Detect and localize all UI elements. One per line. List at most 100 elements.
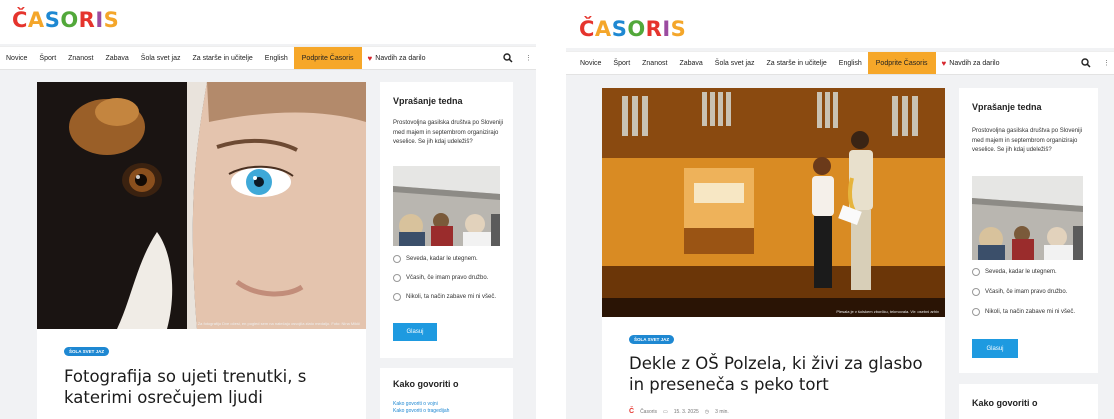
radio-button[interactable] [972, 268, 980, 276]
category-badge[interactable]: Šola svet jaz [629, 335, 675, 344]
nav-item-6[interactable]: English [833, 52, 868, 74]
more-icon[interactable]: ⋮ [1099, 52, 1114, 74]
poll-option-2[interactable]: Včasih, če imam pravo družbo. [393, 274, 508, 282]
main-nav: Novice Šport Znanost Zabava Šola svet jaz Za … [566, 51, 1114, 75]
logo-letter: S [611, 17, 628, 41]
clock-icon: ◷ [704, 408, 710, 415]
article-photo[interactable]: Plesala je v šolskem zborčku, tekmovala.… [602, 88, 945, 317]
article-photo[interactable]: Za fotografijo Dve očesi, en pogled sem … [37, 82, 366, 329]
heart-icon: ♥ [941, 58, 947, 68]
poll-option-3[interactable]: Nikoli, ta način zabave mi ni všeč. [972, 308, 1090, 316]
main-nav: Novice Šport Znanost Zabava Šola svet jaz Za … [0, 46, 536, 70]
poll-option-label: Včasih, če imam pravo družbo. [406, 275, 489, 281]
nav-item-5[interactable]: Za starše in učitelje [760, 52, 832, 74]
featured-article[interactable]: Plesala je v šolskem zborčku, tekmovala.… [602, 88, 945, 419]
poll-option-label: Seveda, kadar le utegnem. [985, 269, 1057, 275]
logo-letter: A [594, 17, 612, 41]
nav-item-0[interactable]: Novice [574, 52, 607, 74]
nav-item-0[interactable]: Novice [0, 47, 33, 69]
article-headline[interactable]: Dekle z OŠ Polzela, ki živi za glasbo in… [629, 353, 929, 395]
radio-button[interactable] [393, 293, 401, 301]
poll-option-label: Nikoli, ta način zabave mi ni všeč. [406, 294, 497, 300]
logo-letter: O [60, 8, 79, 32]
nav-item-2[interactable]: Znanost [636, 52, 673, 74]
nav-gift-link[interactable]: ♥ Navdih za darilo [936, 52, 1006, 74]
nav-support-button[interactable]: Podprite Časoris [867, 52, 936, 74]
poll-option-3[interactable]: Nikoli, ta način zabave mi ni všeč. [393, 293, 505, 301]
left-screenshot-panel: ČASORIS Novice Šport Znanost Zabava Šola sve… [0, 0, 536, 419]
read-time: 3 min. [715, 408, 729, 415]
how-to-card: Kako govoriti o [959, 384, 1098, 419]
logo-letter: Č [12, 8, 28, 32]
logo-letter: I [662, 17, 671, 41]
poll-option-1[interactable]: Seveda, kadar le utegnem. [972, 268, 1094, 276]
logo-letter: R [645, 17, 663, 41]
nav-item-1[interactable]: Šport [33, 47, 62, 69]
header: ČASORIS [566, 0, 1114, 48]
poll-card: Vprašanje tedna Prostovoljna gasilska dr… [380, 82, 513, 358]
poll-image [972, 176, 1083, 260]
nav-item-4[interactable]: Šola svet jaz [709, 52, 761, 74]
nav-gift-link[interactable]: ♥ Navdih za darilo [362, 47, 432, 69]
how-to-link-1[interactable]: Kako govoriti o vojni [393, 401, 438, 407]
logo-letter: I [95, 8, 104, 32]
radio-button[interactable] [972, 308, 980, 316]
nav-items: Novice Šport Znanost Zabava Šola svet jaz Za … [0, 47, 294, 69]
radio-button[interactable] [393, 274, 401, 282]
nav-items: Novice Šport Znanost Zabava Šola svet jaz Za … [566, 52, 868, 74]
radio-button[interactable] [393, 255, 401, 263]
nav-item-6[interactable]: English [259, 47, 294, 69]
poll-option-2[interactable]: Včasih, če imam pravo družbo. [972, 288, 1094, 296]
article-date: 15. 3. 2025 [673, 408, 699, 415]
photo-caption: Za fotografijo Dve očesi, en pogled sem … [197, 321, 360, 326]
poll-option-label: Včasih, če imam pravo družbo. [985, 289, 1068, 295]
logo-letter: S [44, 8, 61, 32]
poll-option-1[interactable]: Seveda, kadar le utegnem. [393, 255, 508, 263]
logo-letter: Č [579, 17, 595, 41]
poll-title: Vprašanje tedna [393, 96, 463, 106]
how-to-title: Kako govoriti o [393, 379, 459, 389]
category-badge[interactable]: Šola svet jaz [64, 347, 110, 356]
nav-gift-label: Navdih za darilo [375, 54, 426, 62]
nav-support-button[interactable]: Podprite Časoris [293, 47, 362, 69]
site-logo[interactable]: ČASORIS [579, 17, 686, 41]
site-logo[interactable]: ČASORIS [12, 8, 119, 32]
nav-item-3[interactable]: Zabava [673, 52, 708, 74]
logo-letter: O [627, 17, 646, 41]
header: ČASORIS [0, 0, 536, 44]
nav-item-2[interactable]: Znanost [62, 47, 99, 69]
article-author[interactable]: Časoris [640, 409, 657, 415]
nav-item-5[interactable]: Za starše in učitelje [186, 47, 258, 69]
how-to-link-2[interactable]: Kako govoriti o tragedijah [393, 408, 449, 414]
poll-question: Prostovoljna gasilska društva po Sloveni… [393, 120, 504, 145]
logo-letter: R [78, 8, 96, 32]
search-icon[interactable] [1073, 52, 1099, 74]
vote-button[interactable]: Glasuj [972, 339, 1018, 358]
calendar-icon: ▭ [663, 408, 668, 415]
poll-option-label: Nikoli, ta način zabave mi ni všeč. [985, 309, 1076, 315]
vote-button[interactable]: Glasuj [393, 323, 437, 341]
search-icon[interactable] [495, 47, 521, 69]
logo-letter: S [670, 17, 687, 41]
how-to-card: Kako govoriti o Kako govoriti o vojni Ka… [380, 368, 513, 419]
nav-gift-label: Navdih za darilo [949, 59, 1000, 67]
article-meta: Č Časoris ▭ 15. 3. 2025 ◷ 3 min. [629, 408, 729, 415]
photo-caption: Plesala je v šolskem zborčku, tekmovala.… [836, 309, 939, 314]
poll-title: Vprašanje tedna [972, 102, 1042, 112]
nav-item-1[interactable]: Šport [607, 52, 636, 74]
logo-letter: S [103, 8, 120, 32]
radio-button[interactable] [972, 288, 980, 296]
author-avatar-icon: Č [629, 408, 635, 415]
poll-image [393, 166, 500, 246]
featured-article[interactable]: Za fotografijo Dve očesi, en pogled sem … [37, 82, 366, 419]
poll-option-label: Seveda, kadar le utegnem. [406, 256, 478, 262]
nav-item-4[interactable]: Šola svet jaz [135, 47, 187, 69]
poll-question: Prostovoljna gasilska društva po Sloveni… [972, 128, 1083, 153]
right-screenshot-panel: ČASORIS Novice Šport Znanost Zabava Šola sve… [566, 0, 1114, 419]
more-icon[interactable]: ⋮ [521, 47, 536, 69]
article-headline[interactable]: Fotografija so ujeti trenutki, s katerim… [64, 366, 334, 408]
nav-item-3[interactable]: Zabava [99, 47, 134, 69]
how-to-title: Kako govoriti o [972, 398, 1038, 408]
heart-icon: ♥ [367, 53, 373, 63]
poll-card: Vprašanje tedna Prostovoljna gasilska dr… [959, 88, 1098, 373]
